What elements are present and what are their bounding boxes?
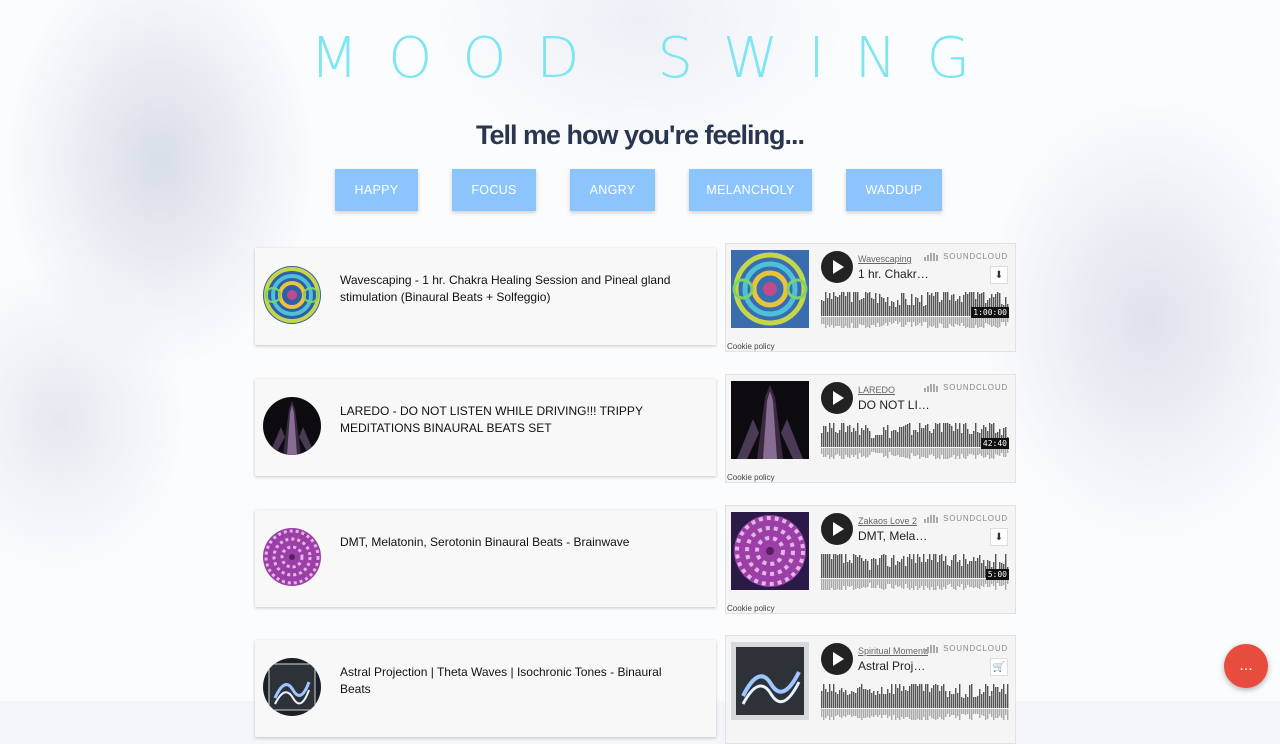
- mood-button-waddup[interactable]: WADDUP: [846, 169, 942, 211]
- play-button[interactable]: [821, 251, 853, 283]
- dark-tunnel-art: [263, 397, 321, 455]
- soundcloud-cloud-icon: [924, 644, 940, 653]
- soundcloud-logo[interactable]: SOUNDCLOUD: [924, 644, 1008, 653]
- sc-user-link[interactable]: Zakaos Love 2: [858, 516, 928, 526]
- soundcloud-brand: SOUNDCLOUD: [943, 514, 1008, 523]
- soundcloud-cloud-icon: [924, 252, 940, 261]
- play-button[interactable]: [821, 382, 853, 414]
- soundcloud-player[interactable]: Zakaos Love 2 DMT, Melatonin SOUNDCLOUD …: [725, 505, 1016, 614]
- site-title: MOOD SWING: [309, 26, 1001, 91]
- purple-spiral-art: [263, 528, 321, 586]
- track-card[interactable]: DMT, Melatonin, Serotonin Binaural Beats…: [255, 510, 716, 607]
- mood-button-angry[interactable]: ANGRY: [570, 169, 655, 211]
- sc-user-link[interactable]: Spiritual Moments: [858, 646, 928, 656]
- sc-user-link[interactable]: LAREDO: [858, 385, 928, 395]
- soundcloud-player[interactable]: Wavescaping 1 hr. Chakra Healing Session…: [725, 243, 1016, 352]
- track-title: LAREDO - DO NOT LISTEN WHILE DRIVING!!! …: [340, 404, 643, 435]
- soundcloud-logo[interactable]: SOUNDCLOUD: [924, 514, 1008, 523]
- mood-button-focus[interactable]: FOCUS: [452, 169, 536, 211]
- sc-track-title[interactable]: DMT, Melatonin: [858, 529, 930, 543]
- chat-button[interactable]: ...: [1224, 644, 1268, 688]
- astral-bodies-art: [731, 642, 809, 720]
- track-title: Wavescaping - 1 hr. Chakra Healing Sessi…: [340, 273, 671, 304]
- waveform[interactable]: [821, 684, 1009, 720]
- sc-user-link[interactable]: Wavescaping: [858, 254, 928, 264]
- cookie-policy-link[interactable]: Cookie policy: [727, 604, 775, 613]
- soundcloud-logo[interactable]: SOUNDCLOUD: [924, 252, 1008, 261]
- sc-track-title[interactable]: 1 hr. Chakra Healing Session: [858, 267, 930, 281]
- purple-spiral-art: [731, 512, 809, 590]
- soundcloud-player[interactable]: LAREDO DO NOT LISTEN SOUNDCLOUD 42:40 Co…: [725, 374, 1016, 483]
- soundcloud-brand: SOUNDCLOUD: [943, 383, 1008, 392]
- dark-tunnel-art: [731, 381, 809, 459]
- download-icon[interactable]: ⬇: [990, 528, 1008, 546]
- play-button[interactable]: [821, 643, 853, 675]
- play-button[interactable]: [821, 513, 853, 545]
- track-title: DMT, Melatonin, Serotonin Binaural Beats…: [340, 535, 630, 549]
- astral-bodies-art: [263, 658, 321, 716]
- mood-button-melancholy[interactable]: MELANCHOLY: [689, 169, 812, 211]
- waveform[interactable]: [821, 554, 1009, 590]
- track-duration: 5:00: [985, 569, 1009, 580]
- soundcloud-cloud-icon: [924, 383, 940, 392]
- soundcloud-player[interactable]: Spiritual Moments Astral Projection SOUN…: [725, 635, 1016, 744]
- track-card[interactable]: Astral Projection | Theta Waves | Isochr…: [255, 640, 716, 737]
- track-duration: 1:00:00: [971, 307, 1009, 318]
- mandala-rainbow-art: [731, 250, 809, 328]
- download-icon[interactable]: ⬇: [990, 266, 1008, 284]
- mood-button-happy[interactable]: HAPPY: [335, 169, 418, 211]
- cookie-policy-link[interactable]: Cookie policy: [727, 342, 775, 351]
- sc-track-title[interactable]: DO NOT LISTEN: [858, 398, 930, 412]
- track-card[interactable]: LAREDO - DO NOT LISTEN WHILE DRIVING!!! …: [255, 379, 716, 476]
- track-title: Astral Projection | Theta Waves | Isochr…: [340, 665, 662, 696]
- soundcloud-brand: SOUNDCLOUD: [943, 644, 1008, 653]
- track-duration: 42:40: [980, 438, 1009, 449]
- sc-track-title[interactable]: Astral Projection: [858, 659, 930, 673]
- track-card[interactable]: Wavescaping - 1 hr. Chakra Healing Sessi…: [255, 248, 716, 345]
- cookie-policy-link[interactable]: Cookie policy: [727, 473, 775, 482]
- soundcloud-cloud-icon: [924, 514, 940, 523]
- cart-icon[interactable]: 🛒: [990, 658, 1008, 676]
- page-subtitle: Tell me how you're feeling...: [476, 120, 805, 150]
- soundcloud-brand: SOUNDCLOUD: [943, 252, 1008, 261]
- soundcloud-logo[interactable]: SOUNDCLOUD: [924, 383, 1008, 392]
- mood-buttons: HAPPY FOCUS ANGRY MELANCHOLY WADDUP: [0, 169, 1280, 213]
- mandala-rainbow-art: [263, 266, 321, 324]
